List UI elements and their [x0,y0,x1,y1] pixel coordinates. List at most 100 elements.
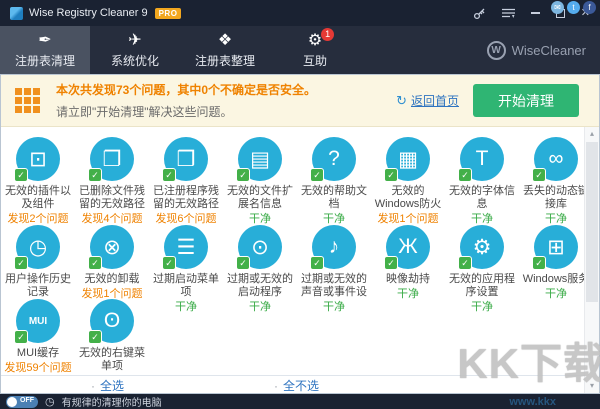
windows-icon: ⊞ ✓ [534,225,578,269]
twitter-icon[interactable]: t [567,1,580,14]
firewall-icon: ▦ ✓ [386,137,430,181]
check-icon: ✓ [458,256,472,270]
grid-item[interactable]: ▦ ✓ 无效的Windows防火 发现1个问题 [371,137,445,225]
wisecleaner-logo-icon: W [487,41,506,60]
grid-item[interactable]: ? ✓ 无效的帮助文档 干净 [297,137,371,225]
grid-item[interactable]: T ✓ 无效的字体信息 干净 [445,137,519,225]
grid-item[interactable]: ▤ ✓ 无效的文件扩展名信息 干净 [223,137,297,225]
item-status: 干净 [249,301,271,314]
schedule-toggle[interactable]: OFF [6,396,38,408]
item-label: Windows服务 [519,273,584,286]
grid-item[interactable]: ∞ ✓ 丢失的动态链接库 干净 [519,137,584,225]
grid-item[interactable]: ʘ ✓ 无效的右键菜单项 [75,299,149,375]
grid-item[interactable]: ❒ ✓ 已注册程序残留的无效路径 发现6个问题 [149,137,223,225]
tab-system-tuneup[interactable]: ✈ 系统优化 [90,26,180,74]
startup-icon: ⊙ ✓ [238,225,282,269]
scrollbar[interactable]: ▴ ▾ [584,127,599,393]
check-icon: ✓ [384,256,398,270]
start-cleaning-button[interactable]: 开始清理 [473,84,579,117]
grid-item[interactable]: ❐ ✓ 已删除文件残留的无效路径 发现4个问题 [75,137,149,225]
grid-item[interactable]: ⚙ ✓ 无效的应用程序设置 干净 [445,225,519,313]
scan-result-text: 本次共发现73个问题，其中0个不确定是否安全。 [56,81,316,98]
tab-registry-cleaner[interactable]: ✒ 注册表清理 [0,26,90,74]
item-label: 无效的应用程序设置 [445,273,519,299]
pro-badge: PRO [155,8,182,19]
nav-bar: ✒ 注册表清理 ✈ 系统优化 ❖ 注册表整理 ⚙ 1 互助 W WiseClea… [0,26,600,74]
item-label: 已注册程序残留的无效路径 [149,185,223,211]
mouse-icon: ʘ ✓ [90,299,134,343]
check-icon: ✓ [458,168,472,182]
facebook-icon[interactable]: f [583,1,596,14]
grid-item[interactable]: ⊡ ✓ 无效的插件以及组件 发现2个问题 [1,137,75,225]
item-label: 无效的Windows防火 [371,185,445,211]
font-icon: T ✓ [460,137,504,181]
titlebar: Wise Registry Cleaner 9 PRO ✕ [0,0,600,26]
screens-icon: ❒ ✓ [164,137,208,181]
check-icon: ✓ [14,256,28,270]
schedule-text: 有规律的清理你的电脑 [62,394,162,409]
items-grid: ⊡ ✓ 无效的插件以及组件 发现2个问题 ❐ ✓ 已删除文件残留的无效路径 发现… [1,127,584,375]
item-label: 无效的帮助文档 [297,185,371,211]
check-icon: ✓ [384,168,398,182]
status-bar: OFF ◷ 有规律的清理你的电脑 [0,394,600,409]
scroll-up-icon[interactable]: ▴ [585,127,599,141]
tab-label: 注册表整理 [195,52,255,69]
item-status: 干净 [175,301,197,314]
history-icon: ◷ ✓ [16,225,60,269]
uninstall-icon: ⊗ ✓ [90,225,134,269]
grid-item[interactable]: ♪ ✓ 过期或无效的声音或事件设 干净 [297,225,371,313]
scroll-down-icon[interactable]: ▾ [585,379,599,393]
item-status: 干净 [471,301,493,314]
minimize-button[interactable] [531,12,540,14]
tab-label: 注册表清理 [15,52,75,69]
brand-logo: W WiseCleaner [487,26,586,74]
item-status: 干净 [397,288,419,301]
alarm-clock-icon: ◷ [45,395,55,408]
link-icon: ∞ ✓ [534,137,578,181]
scan-hint-text: 请立即"开始清理"解决这些问题。 [56,103,316,120]
bug-icon: Ж ✓ [386,225,430,269]
app-window: Wise Registry Cleaner 9 PRO ✕ ✒ 注册表清理 [0,0,600,409]
grid-item[interactable]: ⊙ ✓ 过期或无效的启动程序 干净 [223,225,297,313]
content-area: 本次共发现73个问题，其中0个不确定是否安全。 请立即"开始清理"解决这些问题。… [0,74,600,394]
select-all-link[interactable]: · 全选 [91,377,124,394]
brush-icon: ✒ [38,32,51,50]
check-icon: ✓ [310,168,324,182]
document-icon: ▤ ✓ [238,137,282,181]
item-label: 无效的插件以及组件 [1,185,75,211]
mail-icon[interactable]: ✉ [551,1,564,14]
item-label: MUI缓存 [1,347,75,360]
item-label: 无效的卸载 [75,273,149,286]
scan-summary-icon [15,88,40,113]
tab-help[interactable]: ⚙ 1 互助 [270,26,360,74]
item-label: 无效的字体信息 [445,185,519,211]
check-icon: ✓ [310,256,324,270]
gear-wrench-icon: ⚙ 1 [308,32,322,50]
check-icon: ✓ [14,168,28,182]
check-icon: ✓ [14,330,28,344]
check-icon: ✓ [162,168,176,182]
grid-item[interactable]: ☰ ✓ 过期启动菜单项 干净 [149,225,223,313]
item-label: 映像劫持 [371,273,445,286]
select-none-link[interactable]: · 全不选 [274,377,319,394]
item-label: 用户操作历史记录 [1,273,75,299]
menu-icon: ☰ ✓ [164,225,208,269]
refresh-icon: ↻ [396,93,407,109]
monitor-icon: ⊡ ✓ [16,137,60,181]
brand-name: WiseCleaner [512,43,586,58]
menu-icon[interactable] [502,8,515,19]
mui-cache-icon: MUI ✓ [16,299,60,343]
item-status: 发现59个问题 [4,362,71,375]
rocket-icon: ✈ [128,32,141,50]
scrollbar-thumb[interactable] [586,142,598,302]
blocks-icon: ❖ [218,32,232,50]
key-icon[interactable] [473,7,486,20]
check-icon: ✓ [88,256,102,270]
back-home-link[interactable]: ↻ 返回首页 [396,92,459,109]
check-icon: ✓ [532,256,546,270]
sound-icon: ♪ ✓ [312,225,356,269]
grid-item[interactable]: MUI ✓ MUI缓存 发现59个问题 [1,299,75,375]
grid-item[interactable]: Ж ✓ 映像劫持 干净 [371,225,445,313]
grid-item[interactable]: ⊞ ✓ Windows服务 干净 [519,225,584,313]
tab-registry-defrag[interactable]: ❖ 注册表整理 [180,26,270,74]
